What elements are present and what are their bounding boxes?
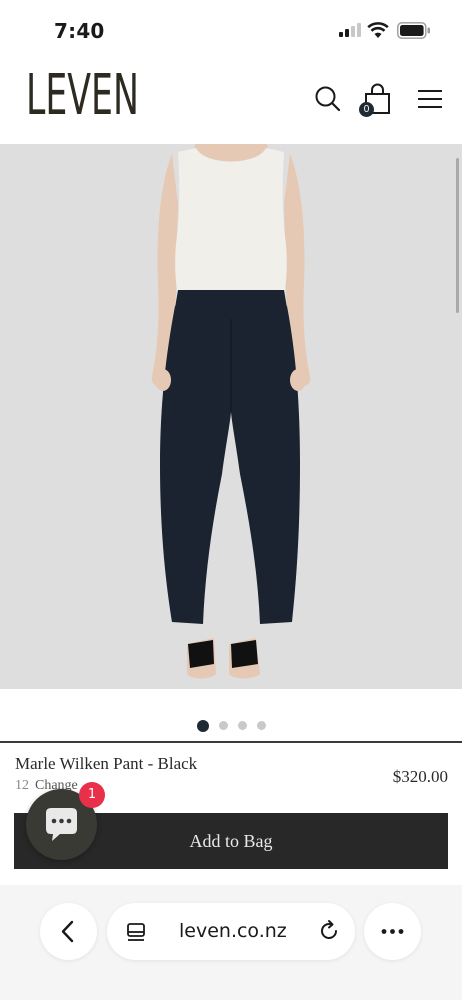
more-button[interactable] <box>364 903 421 960</box>
status-bar: 7:40 <box>0 0 462 58</box>
menu-icon <box>418 90 442 108</box>
status-time: 7:40 <box>54 19 105 43</box>
battery-icon <box>397 22 430 39</box>
search-icon <box>315 86 341 112</box>
product-photo <box>0 144 462 689</box>
site-logo[interactable]: LEVEN <box>26 68 139 124</box>
divider <box>0 741 462 743</box>
back-button[interactable] <box>40 903 97 960</box>
carousel-dot-1[interactable] <box>196 719 209 732</box>
reload-icon[interactable] <box>317 919 341 943</box>
url-text: leven.co.nz <box>179 920 287 942</box>
wifi-icon <box>367 22 389 38</box>
browser-toolbar: leven.co.nz <box>0 885 462 1000</box>
product-image[interactable] <box>0 144 462 689</box>
carousel-dot-4[interactable] <box>256 721 266 731</box>
search-button[interactable] <box>313 84 343 114</box>
scroll-indicator[interactable] <box>456 158 459 313</box>
tabs-icon <box>127 923 145 941</box>
bag-count-badge: 0 <box>359 102 374 117</box>
carousel-dots <box>0 717 462 732</box>
bag-button[interactable]: 0 <box>356 82 392 120</box>
menu-button[interactable] <box>415 84 445 114</box>
carousel-dot-2[interactable] <box>218 721 228 731</box>
product-price: $320.00 <box>392 767 448 786</box>
more-icon <box>381 929 404 934</box>
carousel-dot-3[interactable] <box>237 721 247 731</box>
signal-icon <box>339 23 361 37</box>
address-bar[interactable]: leven.co.nz <box>107 903 355 960</box>
back-icon <box>61 920 74 943</box>
site-header: LEVEN 0 <box>0 58 462 144</box>
chat-badge: 1 <box>79 782 105 808</box>
product-name: Marle Wilken Pant - Black <box>15 754 198 773</box>
